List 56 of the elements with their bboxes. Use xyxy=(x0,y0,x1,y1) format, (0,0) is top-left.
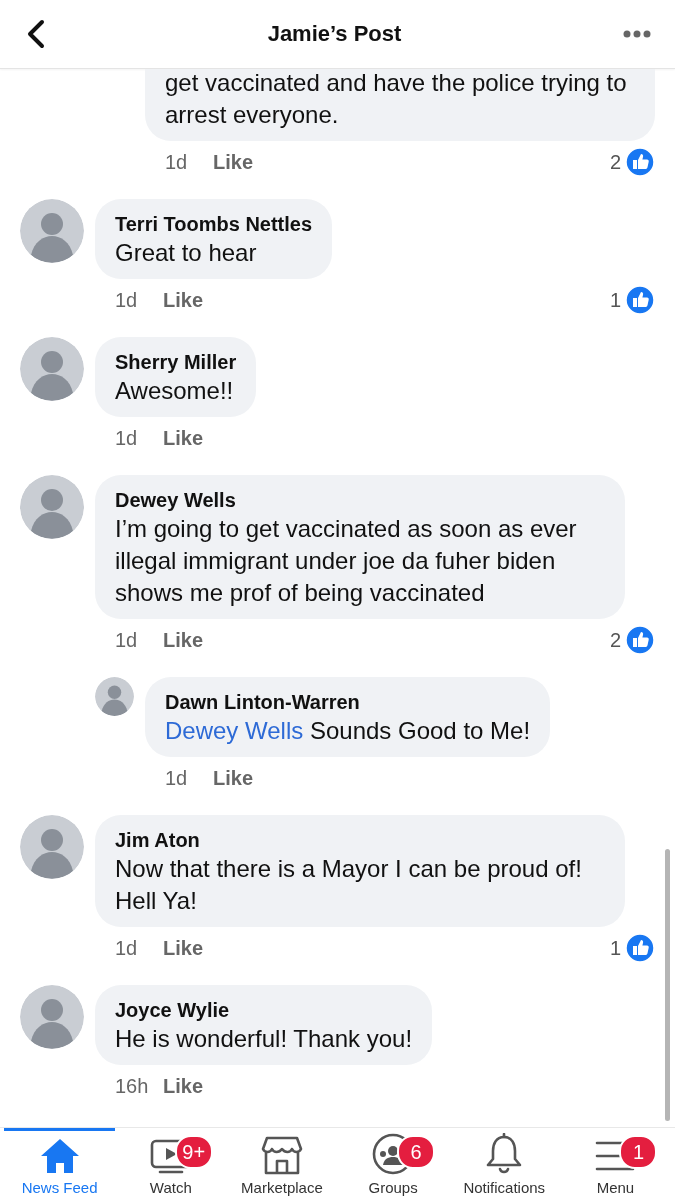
comment-time: 1d xyxy=(115,288,139,312)
nav-tab[interactable]: Watch 9+ xyxy=(115,1128,227,1200)
like-icon xyxy=(625,147,655,177)
comment-time: 1d xyxy=(115,628,139,652)
comment-time: 1d xyxy=(115,426,139,450)
comment-time: 1d xyxy=(115,936,139,960)
notification-badge: 9+ xyxy=(174,1135,213,1169)
like-icon xyxy=(625,625,655,655)
like-count: 2 xyxy=(609,150,621,174)
comment-text: Great to hear xyxy=(115,238,258,268)
nav-tab[interactable]: Groups 6 xyxy=(337,1128,449,1200)
commenter-name[interactable]: Dawn Linton-Warren xyxy=(165,689,531,715)
avatar[interactable] xyxy=(95,677,134,716)
avatar[interactable] xyxy=(20,199,84,263)
back-icon[interactable] xyxy=(26,19,46,49)
comment-text: I’m going to get vaccinated as soon as ever illegal immigrant under joe da fuher biden shows me prof of being vaccinated xyxy=(115,514,578,608)
comment-time: 1d xyxy=(165,766,189,790)
nav-tab[interactable]: Marketplace xyxy=(226,1128,338,1200)
like-link[interactable]: Like xyxy=(163,936,204,960)
avatar[interactable] xyxy=(20,475,84,539)
commenter-name[interactable]: Jim Aton xyxy=(115,827,605,853)
more-icon[interactable] xyxy=(623,30,651,38)
comment-text: Dewey Wells Sounds Good to Me! xyxy=(165,716,531,746)
like-link[interactable]: Like xyxy=(163,1074,204,1098)
commenter-name[interactable]: Terri Toombs Nettles xyxy=(115,211,313,237)
notification-badge: 6 xyxy=(397,1135,436,1169)
like-icon xyxy=(625,285,655,315)
like-link[interactable]: Like xyxy=(213,766,254,790)
avatar[interactable] xyxy=(20,985,84,1049)
like-link[interactable]: Like xyxy=(213,150,254,174)
avatar[interactable] xyxy=(20,337,84,401)
like-icon xyxy=(625,933,655,963)
comment-text: get vaccinated and have the police trying to arrest everyone. xyxy=(165,69,628,130)
like-link[interactable]: Like xyxy=(163,628,204,652)
comment-text: Now that there is a Mayor I can be proud of! Hell Ya! xyxy=(115,854,583,916)
comment-time: 1d xyxy=(165,150,189,174)
commenter-name[interactable]: Sherry Miller xyxy=(115,349,237,375)
comment-text: Awesome!! xyxy=(115,376,235,406)
store-icon xyxy=(260,1135,303,1175)
scroll-bar[interactable] xyxy=(665,849,670,1121)
like-count: 1 xyxy=(609,288,621,312)
commenter-name[interactable]: Joyce Wylie xyxy=(115,997,413,1023)
commenter-name[interactable]: Dewey Wells xyxy=(115,487,605,513)
like-link[interactable]: Like xyxy=(163,426,204,450)
post-title: Jamie’s Post xyxy=(267,21,402,47)
nav-tab[interactable]: Notifications xyxy=(448,1128,560,1200)
like-count: 2 xyxy=(609,628,621,652)
mention-link[interactable]: Dewey Wells xyxy=(165,717,304,744)
nav-tab[interactable]: Menu 1 xyxy=(559,1128,672,1200)
nav-tab[interactable]: News Feed xyxy=(4,1128,116,1200)
comment-time: 16h xyxy=(115,1074,150,1098)
comment-text: He is wonderful! Thank you! xyxy=(115,1024,413,1054)
notification-badge: 1 xyxy=(619,1135,658,1169)
like-link[interactable]: Like xyxy=(163,288,204,312)
avatar[interactable] xyxy=(20,815,84,879)
like-count: 1 xyxy=(609,936,621,960)
